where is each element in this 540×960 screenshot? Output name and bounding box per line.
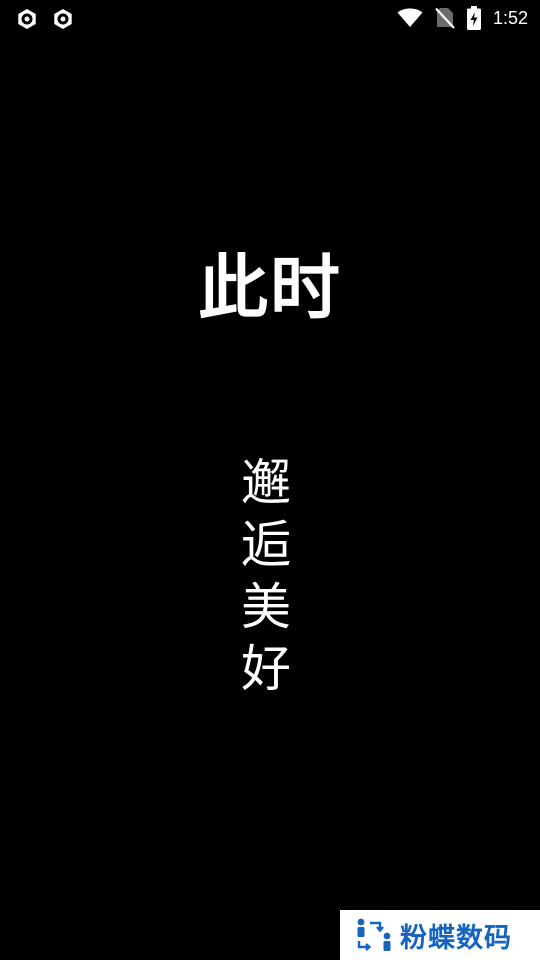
watermark-badge: 粉蝶数码: [340, 910, 540, 960]
app-notification-icon: [52, 8, 74, 30]
vertical-char: 逅: [241, 516, 291, 574]
watermark-logo-icon: [354, 917, 394, 953]
battery-charging-icon: [466, 6, 481, 30]
status-time: 1:52: [492, 8, 528, 28]
status-left-icons: [16, 8, 74, 30]
vertical-char: 邂: [241, 454, 291, 512]
status-bar: 1:52: [0, 0, 540, 36]
watermark-text: 粉蝶数码: [400, 922, 512, 954]
headline-text: 此时: [198, 247, 342, 329]
vertical-char: 好: [241, 640, 291, 698]
vertical-char: 美: [241, 578, 291, 636]
status-right-icons: 1:52: [397, 6, 528, 30]
vertical-text: 邂 逅 美 好: [236, 452, 296, 700]
app-notification-icon: [16, 8, 38, 30]
wifi-icon: [397, 8, 423, 28]
no-sim-icon: [435, 7, 455, 29]
